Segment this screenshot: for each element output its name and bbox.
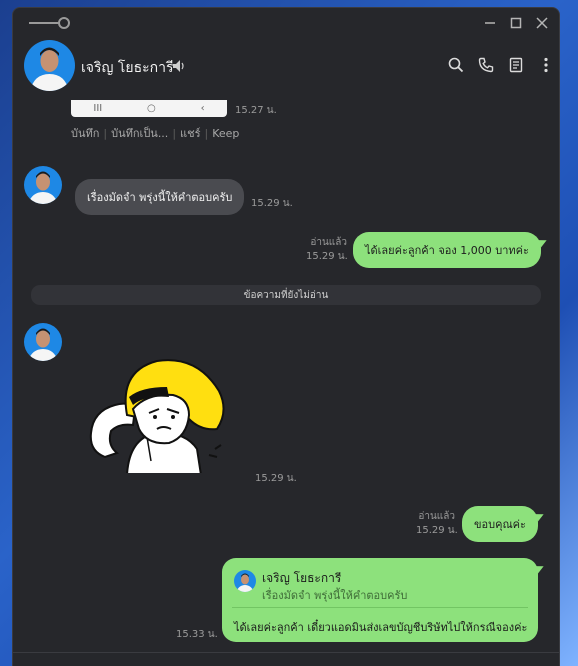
saluting-girl-sticker[interactable] xyxy=(89,353,229,476)
message-time: 15.29 น. xyxy=(416,525,458,536)
title-bar xyxy=(13,8,559,36)
home-circle-icon: ○ xyxy=(147,103,156,114)
outgoing-message[interactable]: ได้เลยค่ะลูกค้า จอง 1,000 บาทค่ะ xyxy=(353,232,541,268)
close-icon[interactable] xyxy=(531,14,553,32)
reply-text: ได้เลยค่ะลูกค้า เดี๋ยวแอดมินส่งเลขบัญชีบ… xyxy=(234,621,528,634)
message-time: 15.29 น. xyxy=(306,251,348,262)
read-status: อ่านแล้ว xyxy=(418,511,455,522)
search-icon[interactable] xyxy=(445,54,467,76)
back-chevron-icon: ‹ xyxy=(200,103,205,114)
phone-icon[interactable] xyxy=(475,54,497,76)
maximize-icon[interactable] xyxy=(505,14,527,32)
image-actions: บันทึก | บันทึกเป็น... | แชร์ | Keep xyxy=(71,127,240,140)
chat-window: เจริญ โยธะการี III ○ ‹ 15.27 น. บันทึก | บ… xyxy=(12,7,560,666)
input-area-edge xyxy=(13,652,559,666)
save-link[interactable]: บันทึก xyxy=(71,127,99,140)
contact-avatar-small[interactable] xyxy=(24,166,62,204)
keep-link[interactable]: Keep xyxy=(212,127,239,140)
unread-divider: ข้อความที่ยังไม่อ่าน xyxy=(31,285,541,305)
chat-header: เจริญ โยธะการี xyxy=(13,36,559,98)
message-time: 15.27 น. xyxy=(235,105,277,116)
message-time: 15.29 น. xyxy=(251,198,293,209)
notes-icon[interactable] xyxy=(505,54,527,76)
contact-avatar-small[interactable] xyxy=(24,323,62,361)
reply-message[interactable]: เจริญ โยธะการี เรื่องมัดจำ พรุ่งนี้ให้คำ… xyxy=(222,558,538,642)
minimize-icon[interactable] xyxy=(479,14,501,32)
incoming-message[interactable]: เรื่องมัดจำ พรุ่งนี้ให้คำตอบครับ xyxy=(75,179,245,215)
contact-name[interactable]: เจริญ โยธะการี xyxy=(81,57,174,79)
message-time: 15.29 น. xyxy=(255,473,297,484)
outgoing-message[interactable]: ขอบคุณค่ะ xyxy=(462,506,538,542)
pin-icon[interactable] xyxy=(29,17,71,29)
quoted-message[interactable]: เจริญ โยธะการี เรื่องมัดจำ พรุ่งนี้ให้คำ… xyxy=(232,568,528,608)
speaker-icon xyxy=(171,58,185,77)
recent-apps-icon: III xyxy=(93,103,103,114)
share-link[interactable]: แชร์ xyxy=(180,127,200,140)
read-status: อ่านแล้ว xyxy=(310,237,347,248)
save-as-link[interactable]: บันทึกเป็น... xyxy=(111,127,168,140)
quoted-text: เรื่องมัดจำ พรุ่งนี้ให้คำตอบครับ xyxy=(262,589,408,602)
message-time: 15.33 น. xyxy=(176,629,218,640)
message-list[interactable]: III ○ ‹ 15.27 น. บันทึก | บันทึกเป็น... | แช… xyxy=(13,98,559,666)
contact-avatar[interactable] xyxy=(24,40,75,91)
image-message[interactable]: III ○ ‹ xyxy=(71,100,227,117)
more-vertical-icon[interactable] xyxy=(535,54,557,76)
quoted-avatar xyxy=(234,570,256,592)
